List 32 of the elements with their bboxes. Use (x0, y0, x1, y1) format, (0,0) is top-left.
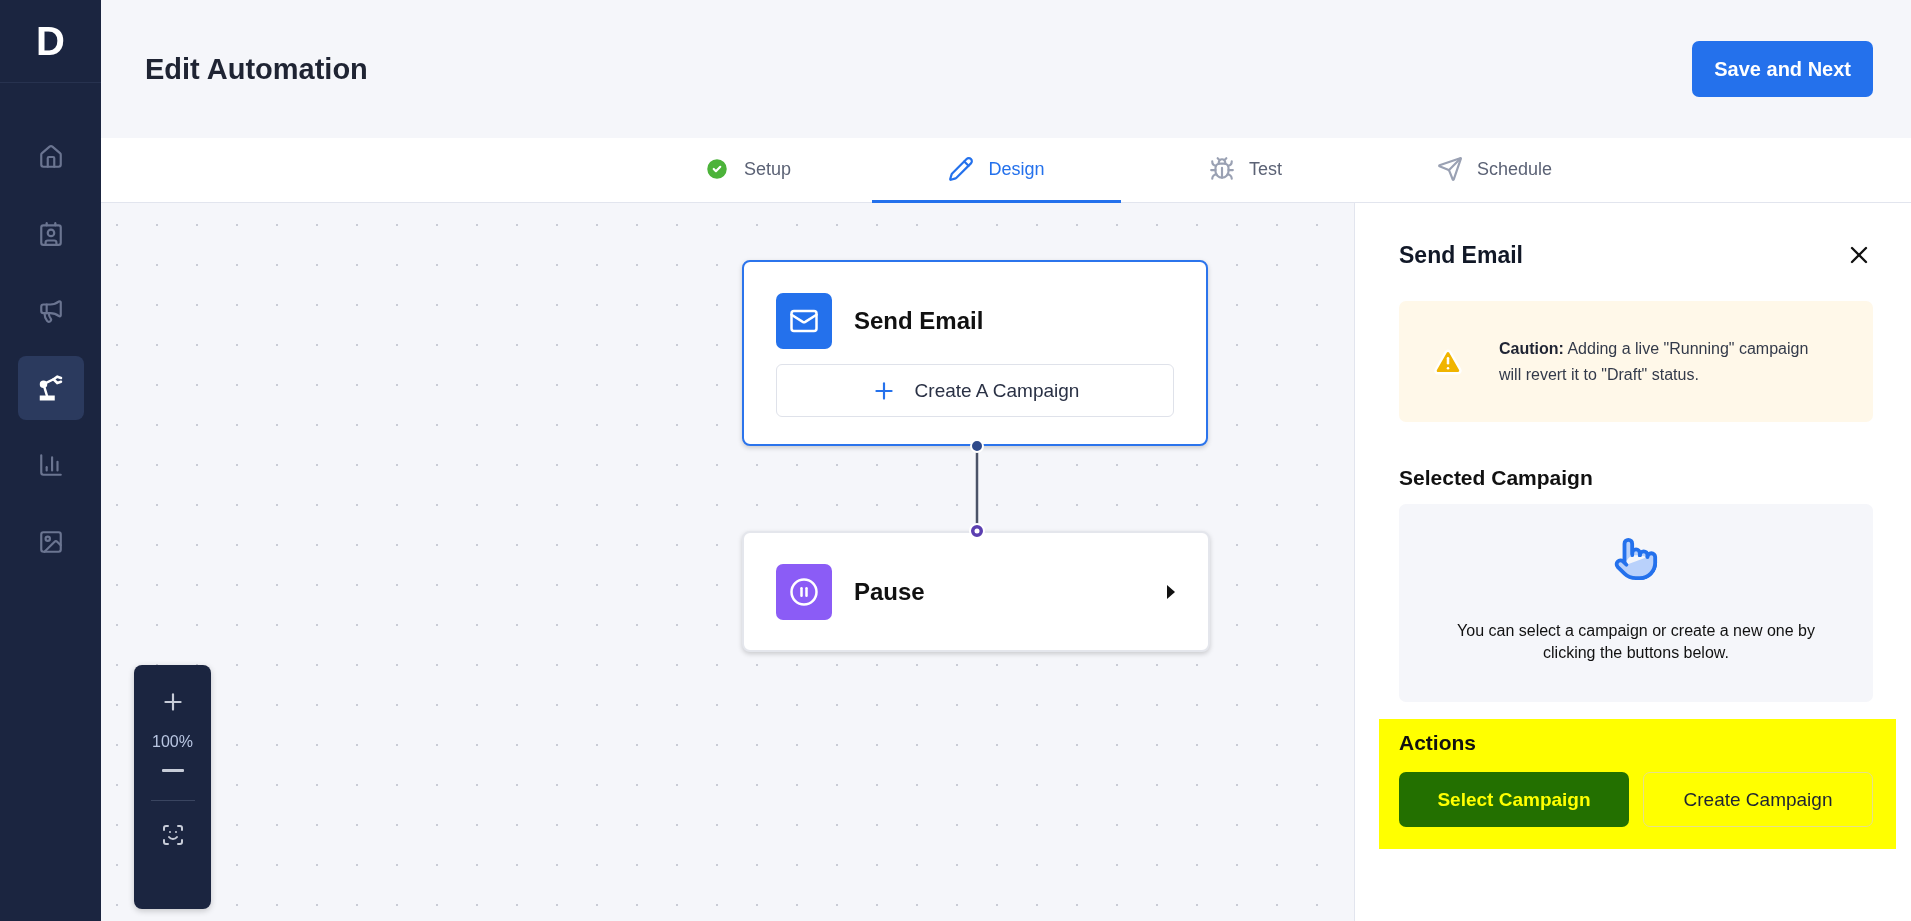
save-and-next-button[interactable]: Save and Next (1692, 41, 1873, 97)
caret-icon[interactable] (1166, 584, 1176, 600)
minus-icon (161, 769, 184, 772)
sidebar-item[interactable] (17, 356, 84, 420)
node-title: Pause (854, 578, 925, 606)
flow-node[interactable]: Send Email Create A Campaign (742, 260, 1208, 446)
select-campaign-button[interactable]: Select Campaign (1399, 772, 1629, 827)
create-campaign-button[interactable]: Create A Campaign (776, 364, 1174, 417)
focus-frame-icon (160, 823, 185, 847)
home-icon (37, 144, 64, 170)
zoom-level: 100% (152, 733, 193, 751)
contact-card-icon (37, 221, 64, 247)
flow-node[interactable]: Pause (742, 531, 1210, 652)
create-campaign-button[interactable]: Create Campaign (1643, 772, 1873, 827)
logo: D (36, 18, 65, 64)
step-tab[interactable]: Schedule (1370, 138, 1619, 203)
section-heading: Actions (1399, 731, 1477, 755)
pointing-hand-icon (1613, 536, 1659, 582)
step-tab[interactable]: Test (1121, 138, 1370, 203)
caution-text: Caution: Adding a live "Running" campaign will revert it to "Draft" status. (1499, 338, 1810, 385)
megaphone-icon (37, 298, 64, 324)
panel-title: Send Email (1399, 241, 1523, 269)
envelope-icon (776, 293, 832, 349)
node-title: Send Email (854, 307, 984, 335)
pause-icon (776, 564, 832, 620)
image-icon (37, 529, 64, 555)
step-tab[interactable]: Setup (623, 138, 872, 203)
section-heading: Selected Campaign (1399, 466, 1594, 490)
bug-icon (1209, 156, 1235, 182)
bar-chart-icon (37, 452, 64, 478)
page-title: Edit Automation (145, 52, 368, 86)
empty-state-text: You can select a campaign or create a new one by clicking the buttons below. (1456, 621, 1816, 663)
